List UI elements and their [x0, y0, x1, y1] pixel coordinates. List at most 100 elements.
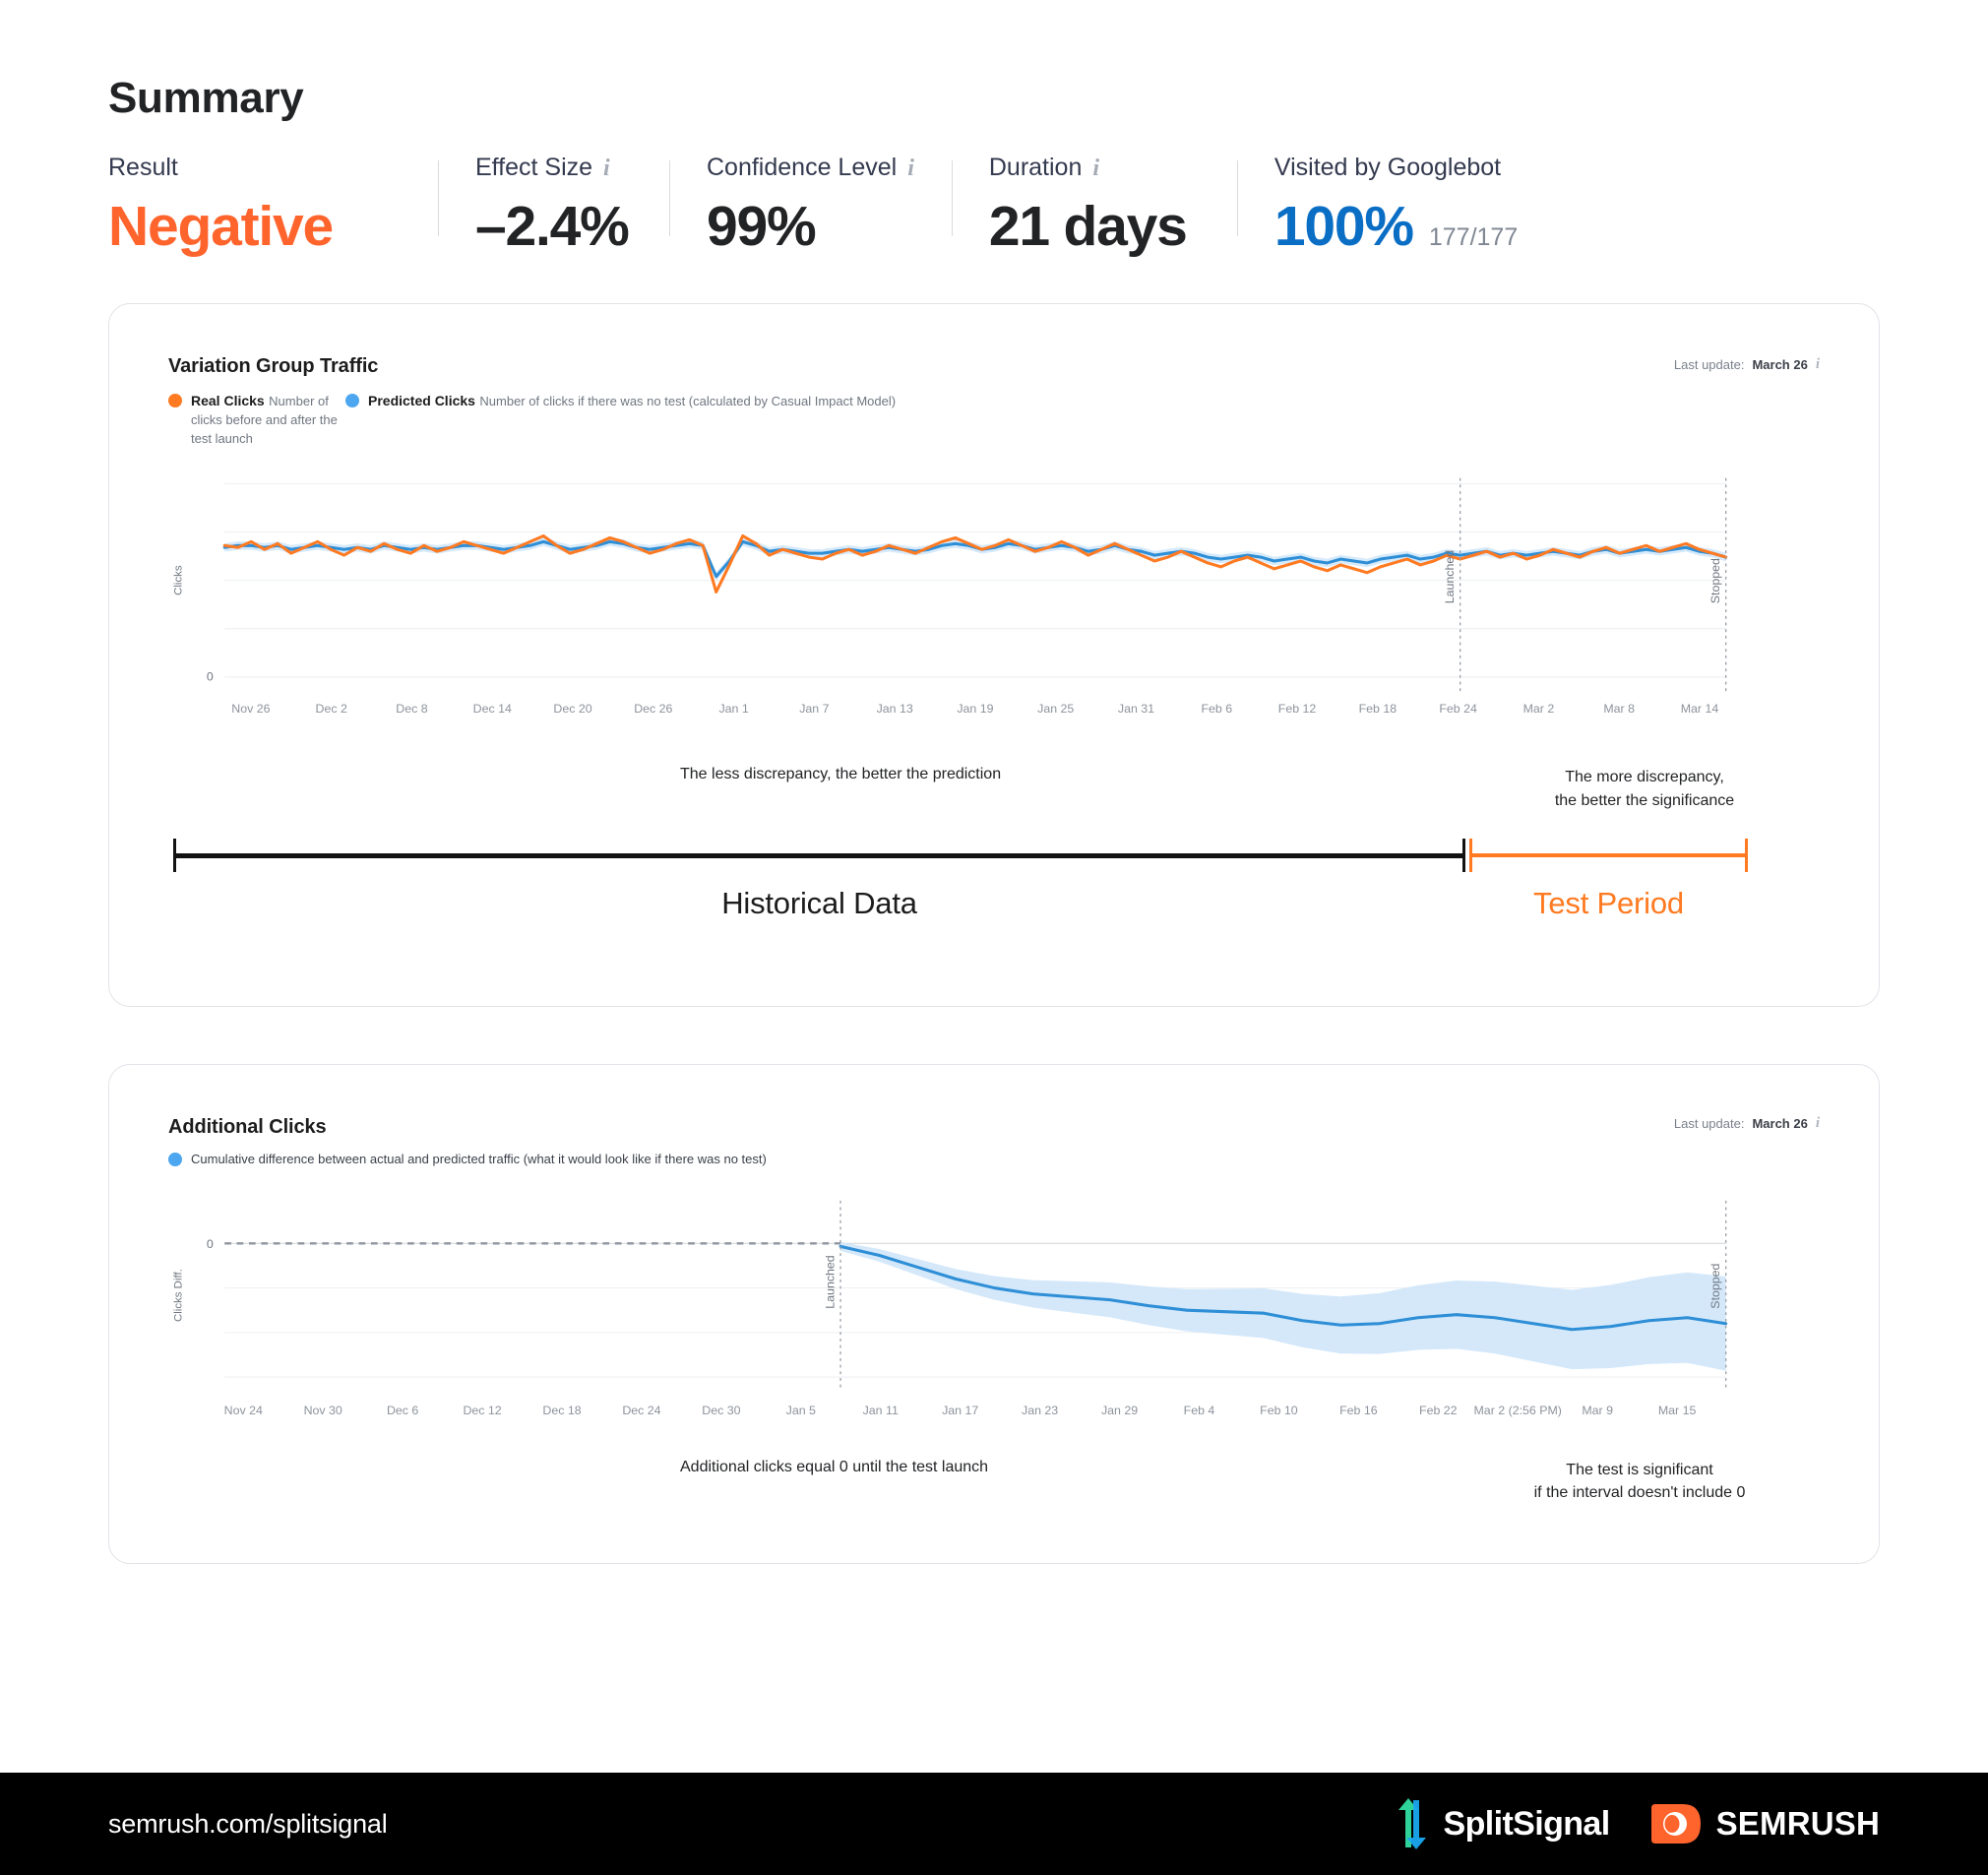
- svg-text:Mar 9: Mar 9: [1582, 1404, 1613, 1417]
- metric-visited-by-googlebot: Visited by Googlebot 100% 177/177: [1236, 154, 1555, 258]
- metric-result-value: Negative: [108, 197, 401, 257]
- page-content: Summary Result Negative Effect Size i –2…: [0, 74, 1988, 1565]
- metric-visited-by-googlebot-value: 100% 177/177: [1274, 194, 1518, 258]
- metric-visited-by-googlebot-value-text: 100%: [1274, 194, 1414, 258]
- footer-logos: SplitSignal SEMRUSH: [1393, 1796, 1881, 1851]
- metric-confidence-level-value-text: 99%: [707, 194, 817, 258]
- semrush-logo-text: SEMRUSH: [1715, 1805, 1880, 1842]
- metric-visited-by-googlebot-label-text: Visited by Googlebot: [1274, 154, 1502, 181]
- svg-text:Dec 12: Dec 12: [463, 1404, 501, 1417]
- svg-text:0: 0: [207, 1237, 214, 1251]
- period-brackets: Historical Data Test Period: [168, 839, 1820, 967]
- svg-text:Jan 13: Jan 13: [877, 702, 913, 716]
- svg-text:Dec 14: Dec 14: [473, 702, 512, 716]
- info-icon[interactable]: i: [1816, 357, 1820, 372]
- chart1-note-left: The less discrepancy, the better the pre…: [680, 766, 1002, 783]
- legend-item-real-clicks[interactable]: Real Clicks Number of clicks before and …: [168, 392, 345, 449]
- footer: semrush.com/splitsignal SplitSignal SEMR…: [0, 1773, 1988, 1875]
- svg-text:Jan 5: Jan 5: [786, 1404, 816, 1417]
- chart1-svg: Launched Stopped 0 Clicks Nov 26 Dec 2 Dec 8 De…: [172, 477, 1728, 716]
- test-period-bracket: Test Period: [1469, 839, 1748, 920]
- legend-item-predicted-clicks-desc: Number of clicks if there was no test (c…: [479, 394, 897, 409]
- chart2-plot: Launched Stopped 0 Clicks Diff. Nov 24 Nov 30…: [168, 1197, 1820, 1441]
- metric-duration-value: 21 days: [988, 194, 1200, 258]
- info-icon[interactable]: i: [907, 156, 914, 180]
- svg-text:Feb 16: Feb 16: [1339, 1404, 1378, 1417]
- legend-item-cumulative-difference[interactable]: Cumulative difference between actual and…: [168, 1151, 767, 1169]
- svg-text:Clicks: Clicks: [172, 565, 184, 595]
- splitsignal-logo: SplitSignal: [1393, 1796, 1610, 1851]
- svg-text:Feb 22: Feb 22: [1419, 1404, 1458, 1417]
- chart2-svg: Launched Stopped 0 Clicks Diff. Nov 24 Nov 30…: [172, 1201, 1728, 1417]
- info-icon[interactable]: i: [1816, 1116, 1820, 1131]
- svg-text:Mar 8: Mar 8: [1603, 702, 1635, 716]
- chart1-note-right-line2: the better the significance: [1554, 791, 1735, 809]
- svg-text:Launched: Launched: [823, 1255, 837, 1308]
- svg-text:Jan 25: Jan 25: [1037, 702, 1074, 716]
- svg-text:0: 0: [207, 670, 214, 684]
- variation-group-traffic-card: Variation Group Traffic Real Clicks Numb…: [108, 303, 1880, 1008]
- metric-effect-size-value: –2.4%: [475, 194, 632, 258]
- svg-text:Mar 2 (2:56 PM): Mar 2 (2:56 PM): [1474, 1404, 1562, 1417]
- metric-duration-label-text: Duration: [988, 154, 1083, 181]
- metric-duration-label: Duration i: [988, 154, 1200, 182]
- splitsignal-logo-text: SplitSignal: [1443, 1804, 1611, 1843]
- svg-text:Nov 24: Nov 24: [224, 1404, 263, 1417]
- chart1-last-update: Last update: March 26 i: [1673, 357, 1820, 373]
- chart2-note-right-line2: if the interval doesn't include 0: [1533, 1484, 1746, 1502]
- chart2-last-update-prefix: Last update:: [1673, 1116, 1745, 1132]
- chart1-last-update-value: March 26: [1752, 357, 1808, 373]
- svg-text:Nov 30: Nov 30: [304, 1404, 342, 1417]
- metric-effect-size-label: Effect Size i: [475, 154, 632, 182]
- svg-text:Mar 2: Mar 2: [1523, 702, 1555, 716]
- additional-clicks-card: Additional Clicks Cumulative difference …: [108, 1064, 1880, 1565]
- chart1-last-update-prefix: Last update:: [1673, 357, 1745, 373]
- svg-text:Jan 19: Jan 19: [957, 702, 993, 716]
- metric-duration-value-text: 21 days: [988, 194, 1188, 258]
- legend-dot-icon: [345, 394, 359, 408]
- footer-url[interactable]: semrush.com/splitsignal: [108, 1809, 388, 1840]
- svg-text:Stopped: Stopped: [1708, 558, 1722, 603]
- metric-visited-by-googlebot-label: Visited by Googlebot: [1274, 154, 1518, 182]
- svg-text:Mar 14: Mar 14: [1681, 702, 1719, 716]
- svg-text:Dec 20: Dec 20: [553, 702, 591, 716]
- metric-effect-size-value-text: –2.4%: [475, 194, 630, 258]
- page-title: Summary: [108, 74, 304, 122]
- svg-text:Jan 31: Jan 31: [1118, 702, 1154, 716]
- svg-text:Mar 15: Mar 15: [1658, 1404, 1697, 1417]
- chart1-title: Variation Group Traffic: [168, 355, 379, 378]
- svg-text:Jan 1: Jan 1: [718, 702, 748, 716]
- info-icon[interactable]: i: [603, 156, 610, 180]
- metric-effect-size: Effect Size i –2.4%: [438, 154, 669, 258]
- metric-confidence-level-value: 99%: [707, 194, 914, 258]
- chart2-last-update: Last update: March 26 i: [1673, 1116, 1820, 1132]
- svg-text:Feb 10: Feb 10: [1260, 1404, 1298, 1417]
- semrush-mark-icon: [1650, 1804, 1701, 1844]
- test-period-label: Test Period: [1533, 886, 1684, 921]
- svg-text:Dec 24: Dec 24: [622, 1404, 660, 1417]
- chart2-last-update-value: March 26: [1752, 1116, 1808, 1132]
- svg-text:Jan 17: Jan 17: [942, 1404, 978, 1417]
- svg-text:Jan 23: Jan 23: [1022, 1404, 1058, 1417]
- svg-text:Feb 24: Feb 24: [1439, 702, 1477, 716]
- chart2-title: Additional Clicks: [168, 1116, 327, 1139]
- legend-item-predicted-clicks-label: Predicted Clicks: [368, 393, 475, 409]
- legend-item-real-clicks-label: Real Clicks: [191, 393, 265, 409]
- chart1-note-right-line1: The more discrepancy,: [1565, 769, 1724, 786]
- chart1-plot: Launched Stopped 0 Clicks Nov 26 Dec 2 Dec 8 De…: [168, 472, 1820, 744]
- legend-item-predicted-clicks[interactable]: Predicted Clicks Number of clicks if the…: [345, 392, 896, 449]
- info-icon[interactable]: i: [1092, 156, 1099, 180]
- svg-text:Feb 6: Feb 6: [1201, 702, 1232, 716]
- legend-dot-icon: [168, 394, 182, 408]
- summary-metrics: Result Negative Effect Size i –2.4% Conf…: [108, 154, 1880, 258]
- svg-text:Dec 30: Dec 30: [702, 1404, 740, 1417]
- metric-confidence-level-label: Confidence Level i: [707, 154, 914, 182]
- chart2-legend: Cumulative difference between actual and…: [168, 1151, 1820, 1169]
- svg-text:Dec 2: Dec 2: [316, 702, 347, 716]
- svg-text:Feb 12: Feb 12: [1278, 702, 1317, 716]
- svg-text:Jan 29: Jan 29: [1101, 1404, 1138, 1417]
- chart1-legend: Real Clicks Number of clicks before and …: [168, 392, 1820, 449]
- svg-text:Feb 4: Feb 4: [1184, 1404, 1215, 1417]
- svg-text:Launched: Launched: [1443, 550, 1457, 603]
- metric-effect-size-label-text: Effect Size: [475, 154, 593, 181]
